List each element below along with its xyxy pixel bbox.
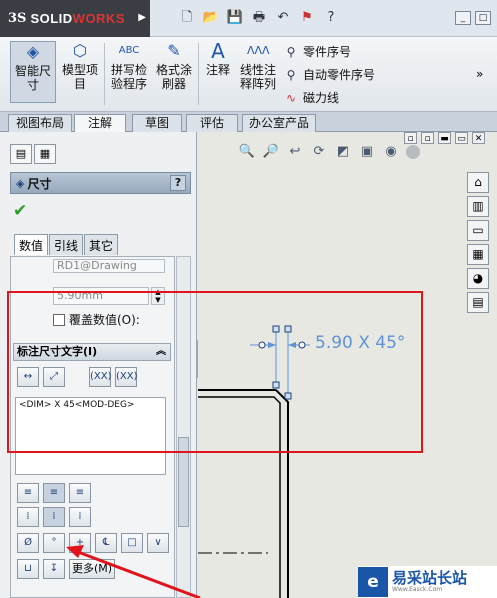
tab-sketch[interactable]: 草图 [132,114,182,132]
dimension-reference-field[interactable]: RD1@Drawing View [53,259,165,273]
watermark-url: Www.Easck.Com [392,586,443,593]
spell-check-icon: ABC [118,45,140,56]
appearances-icon[interactable]: ◕ [467,268,489,289]
note-label: 注释 [205,63,230,77]
ok-checkmark-icon[interactable]: ✔ [13,201,27,221]
ribbon-separator [198,43,199,105]
format-painter-icon: ✎ [167,41,181,60]
new-icon[interactable]: 🗋 [178,10,196,26]
linear-pattern-icon: ΛΛΛ [247,44,270,57]
tab-value[interactable]: 数值 [14,234,49,255]
home-icon[interactable]: ⌂ [467,172,489,193]
command-tabs: 视图布局 注解 草图 评估 办公室产品 [0,112,497,133]
magnetic-line-button[interactable]: ∿ 磁力线 [283,89,339,106]
feature-tree-icon[interactable]: ▤ [10,144,32,164]
justify-bottom-icon[interactable]: ⁞ [69,507,91,527]
square-symbol-icon[interactable]: □ [121,533,143,553]
design-library-icon[interactable]: ▥ [467,196,489,217]
ds-logo-icon: 3S [8,11,27,26]
linear-pattern-label: 线性注释阵列 [239,63,276,91]
quick-access-toolbar: 🗋 📂 💾 🖶 ↶ ⚑ ? [178,10,340,26]
degree-symbol-icon[interactable]: ° [43,533,65,553]
title-bar: 3S SOLIDWORKS ▶ 🗋 📂 💾 🖶 ↶ ⚑ ? _ □ [0,0,497,37]
undo-icon[interactable]: ↶ [274,10,292,26]
custom-properties-icon[interactable]: ▤ [467,292,489,313]
minimize-icon[interactable]: _ [455,11,471,25]
model-items-button[interactable]: ⬡ 模型项目 [60,41,100,91]
highlight-box [7,291,423,453]
auto-balloon-button[interactable]: ⚲ 自动零件序号 [283,66,375,83]
rebuild-icon[interactable]: ⚑ [298,10,316,26]
align-center-icon[interactable]: ≡ [43,483,65,503]
more-button[interactable]: 更多(M) [69,559,115,579]
file-explorer-icon[interactable]: ▭ [467,220,489,241]
spell-check-button[interactable]: ABC 拼写检验程序 [108,41,150,91]
panel-switcher: ▤ ▦ [10,144,56,164]
window-controls: _ □ [455,11,491,25]
model-items-icon: ⬡ [73,41,87,60]
brand-name: SOLIDWORKS [30,11,126,26]
help-icon[interactable]: ? [322,10,340,26]
more-symbols-icon[interactable]: ∨ [147,533,169,553]
counterbore-symbol-icon[interactable]: ⊔ [17,559,39,579]
smart-dimension-label: 智能尺寸 [14,64,51,92]
centerline-symbol-icon[interactable]: ℄ [95,533,117,553]
model-items-label: 模型项目 [61,63,98,91]
tab-other[interactable]: 其它 [84,234,119,255]
print-icon[interactable]: 🖶 [250,10,268,26]
tab-view-layout[interactable]: 视图布局 [8,114,72,132]
menu-arrow-icon[interactable]: ▶ [138,12,146,23]
property-tabs: 数值 引线 其它 [14,234,119,255]
plus-minus-symbol-icon[interactable]: + [69,533,91,553]
solidworks-logo[interactable]: 3S SOLIDWORKS ▶ [0,0,150,37]
note-button[interactable]: A 注释 [202,41,234,77]
tab-evaluate[interactable]: 评估 [186,114,238,132]
ribbon-separator [104,43,105,105]
note-icon: A [211,39,225,63]
command-manager: ◈ 智能尺寸 ⬡ 模型项目 ABC 拼写检验程序 ✎ 格式涂刷器 A 注释 ΛΛ… [0,37,497,112]
depth-symbol-icon[interactable]: ↧ [43,559,65,579]
linear-note-pattern-button[interactable]: ΛΛΛ 线性注释阵列 [236,41,280,91]
smart-dimension-button[interactable]: ◈ 智能尺寸 [10,41,56,103]
format-painter-label: 格式涂刷器 [155,63,192,91]
save-icon[interactable]: 💾 [226,10,244,26]
watermark: e 易采站长站 Www.Easck.Com [358,566,497,598]
balloon-icon: ⚲ [286,44,296,59]
watermark-name: 易采站长站 [392,569,468,587]
balloon-button[interactable]: ⚲ 零件序号 [283,43,351,60]
align-right-icon[interactable]: ≡ [69,483,91,503]
property-manager-title: 尺寸 [27,176,52,191]
property-manager-icon[interactable]: ▦ [34,144,56,164]
property-manager-header: ◈ 尺寸 ? [10,172,191,194]
open-icon[interactable]: 📂 [202,10,220,26]
task-pane-tabs: ⌂ ▥ ▭ ▦ ◕ ▤ [467,172,489,316]
smart-dimension-icon: ◈ [26,42,40,61]
justify-top-icon[interactable]: ⁞ [17,507,39,527]
align-left-icon[interactable]: ≡ [17,483,39,503]
tab-leaders[interactable]: 引线 [49,234,84,255]
restore-icon[interactable]: □ [475,11,491,25]
magnetic-line-icon: ∿ [285,90,297,105]
help-button[interactable]: ? [170,175,186,191]
diameter-symbol-icon[interactable]: Ø [17,533,39,553]
format-painter-button[interactable]: ✎ 格式涂刷器 [154,41,194,91]
auto-balloon-icon: ⚲ [286,67,296,82]
justify-middle-icon[interactable]: ⁞ [43,507,65,527]
view-palette-icon[interactable]: ▦ [467,244,489,265]
watermark-logo-icon: e [358,567,388,597]
tab-office-products[interactable]: 办公室产品 [242,114,316,132]
ribbon-more-icon[interactable]: » [476,67,483,81]
spell-check-label: 拼写检验程序 [110,63,147,91]
dimension-icon: ◈ [16,176,25,190]
tab-annotation[interactable]: 注解 [74,114,126,133]
